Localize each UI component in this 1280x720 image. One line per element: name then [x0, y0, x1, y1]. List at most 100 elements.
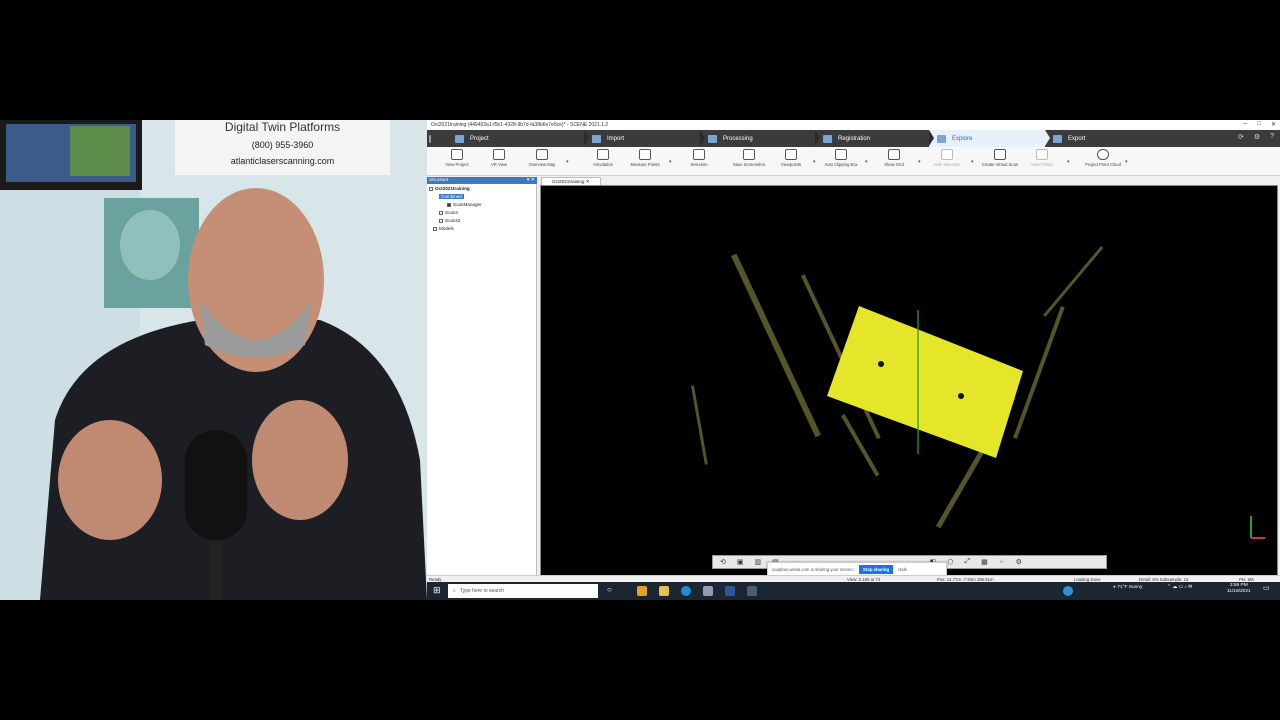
close-button[interactable]: ✕ [1271, 121, 1276, 128]
vr-view-button[interactable]: VR View [479, 149, 519, 167]
hide-selection-icon [941, 149, 953, 160]
save-icon[interactable] [427, 130, 437, 147]
taskbar-clock[interactable]: 3:56 PM 11/16/2021 [1227, 583, 1251, 595]
grid-icon [888, 149, 900, 160]
system-tray-icons[interactable]: ⌃ ☁ ▭ ♪ ✉ [1167, 585, 1192, 590]
refresh-icon[interactable]: ⟳ [1238, 133, 1244, 141]
tab-processing[interactable]: Processing [700, 130, 820, 147]
create-virtual-scan-button[interactable]: Create Virtual Scan [980, 149, 1020, 167]
status-bar: Ready View: 0.160 at 74 Pos: 14.77m -7.9… [427, 575, 1280, 582]
overview-map-button[interactable]: Overview Map [522, 149, 562, 167]
tab-export[interactable]: Export [1045, 130, 1155, 147]
tree-root[interactable]: Oct2021training [429, 186, 470, 191]
maximize-button[interactable]: □ [1257, 121, 1261, 128]
close-icon[interactable]: ✕ [586, 179, 590, 184]
minimize-button[interactable]: ─ [1243, 121, 1247, 128]
structure-panel-title: Structure [429, 178, 449, 183]
tree-item-scans2[interactable]: Scans2 [439, 218, 460, 223]
selection-icon [693, 149, 705, 160]
explore-ribbon: View Project VR View Overview Map ▾ Anno… [427, 147, 1280, 176]
insert-point-icon [1036, 149, 1048, 160]
chrome-icon[interactable] [637, 586, 647, 596]
3d-viewport[interactable]: ⟲ ▣ ▥ ▤ ◧ ⬡ ⤢ ▦ ⁘ ⚙ soapbox.wistia.com i… [540, 185, 1278, 578]
hide-selection-button[interactable]: Hide Selection [927, 149, 967, 167]
tree-item-scanmanager[interactable]: ScanManager [447, 202, 482, 207]
chevron-down-icon[interactable]: ▾ [1067, 159, 1070, 165]
registration-icon [823, 134, 832, 143]
export-icon [1053, 134, 1062, 143]
annotation-button[interactable]: Annotation [583, 149, 623, 167]
navigation-icon[interactable]: ⟲ [720, 558, 726, 566]
annotation-icon [597, 149, 609, 160]
point-cloud[interactable] [541, 186, 1278, 578]
tab-import[interactable]: Import [584, 130, 705, 147]
processing-icon [708, 134, 717, 143]
tree-item-combined[interactable]: Combined [439, 194, 464, 199]
viewpoints-icon [785, 149, 797, 160]
windows-taskbar: ⊞ ⌕ Type here to search ○ ● 71°F Sunny ⌃… [427, 582, 1280, 600]
measure-points-button[interactable]: Measure Points [625, 149, 665, 167]
auto-clipping-box-button[interactable]: Auto Clipping Box [821, 149, 861, 167]
word-icon[interactable] [725, 586, 735, 596]
chevron-down-icon[interactable]: ▾ [566, 159, 569, 165]
weather-widget[interactable]: ● 71°F Sunny [1113, 585, 1142, 590]
tab-project[interactable]: Project [447, 130, 589, 147]
panel-controls[interactable]: ▾ ✕ [527, 177, 535, 184]
windows-start-icon[interactable]: ⊞ [433, 585, 441, 596]
tab-bar-tools: ⟳ ⚙ ? [1238, 133, 1274, 141]
project-icon [455, 134, 464, 143]
chevron-down-icon[interactable]: ▾ [669, 159, 672, 165]
grid-icon[interactable]: ▦ [981, 558, 988, 566]
tab-explore[interactable]: Explore [929, 130, 1050, 147]
taskbar-search[interactable]: ⌕ Type here to search [448, 584, 598, 598]
help-icon[interactable]: ? [1270, 133, 1274, 141]
measure-icon [639, 149, 651, 160]
scene-app-icon[interactable] [703, 586, 713, 596]
notifications-icon[interactable]: ▭ [1263, 584, 1270, 592]
gear-icon[interactable]: ⚙ [1254, 133, 1260, 141]
screen-share-bar: soapbox.wistia.com is sharing your scree… [767, 562, 947, 576]
chevron-down-icon[interactable]: ▾ [813, 159, 816, 165]
tree-item-models[interactable]: Models [433, 226, 454, 231]
tab-registration[interactable]: Registration [815, 130, 934, 147]
chevron-down-icon[interactable]: ▾ [1125, 159, 1128, 165]
view-tab[interactable]: Oct2021training ✕ [541, 177, 601, 185]
tree-item-scans[interactable]: Scans [439, 210, 458, 215]
insert-point-button[interactable]: Insert Point [1022, 149, 1062, 167]
window-title: Oct2021training (449402a1-f5b1-4328-9b7d… [431, 122, 609, 128]
hide-share-link[interactable]: Hide [898, 567, 907, 572]
edge-icon[interactable] [681, 586, 691, 596]
settings-icon[interactable]: ⚙ [1016, 558, 1022, 566]
webcam-feed: Digital Twin Platforms (800) 955-3960 at… [0, 120, 427, 600]
chevron-down-icon[interactable]: ▾ [971, 159, 974, 165]
stop-sharing-button[interactable]: Stop sharing [858, 564, 894, 574]
view-project-button[interactable]: View Project [437, 149, 477, 167]
chevron-down-icon[interactable]: ▾ [918, 159, 921, 165]
task-view-icon[interactable]: ○ [607, 585, 612, 594]
cortana-icon[interactable] [1063, 586, 1073, 596]
view-mode-icon[interactable]: ▥ [755, 558, 762, 566]
person-hand-right [252, 400, 348, 520]
fit-icon[interactable]: ⤢ [965, 558, 971, 566]
wall-poster: Digital Twin Platforms (800) 955-3960 at… [175, 120, 390, 175]
project-point-cloud-button[interactable]: Project Point Cloud [1083, 149, 1123, 167]
show-grid-button[interactable]: Show Grid [874, 149, 914, 167]
scene-app-window: Oct2021training (449402a1-f5b1-4328-9b7d… [427, 120, 1280, 600]
selection-button[interactable]: Selection [679, 149, 719, 167]
viewpoints-button[interactable]: Viewpoints [771, 149, 811, 167]
save-screenshot-button[interactable]: Save Screenshot [729, 149, 769, 167]
webcam-scene [0, 120, 427, 600]
cube-view-icon[interactable]: ⬡ [947, 558, 953, 566]
screenshot-icon[interactable]: ▣ [737, 558, 744, 566]
file-explorer-icon[interactable] [659, 586, 669, 596]
clipping-box-icon [835, 149, 847, 160]
points-icon[interactable]: ⁘ [999, 558, 1005, 566]
point-cloud-icon [1097, 149, 1109, 160]
sun-icon: ● [1113, 585, 1116, 590]
vr-headset-icon [493, 149, 505, 160]
microphone [185, 430, 247, 540]
chevron-down-icon[interactable]: ▾ [865, 159, 868, 165]
cube-icon [451, 149, 463, 160]
app-icon[interactable] [747, 586, 757, 596]
workflow-tabs: Project Import Processing Registration E… [427, 130, 1280, 147]
